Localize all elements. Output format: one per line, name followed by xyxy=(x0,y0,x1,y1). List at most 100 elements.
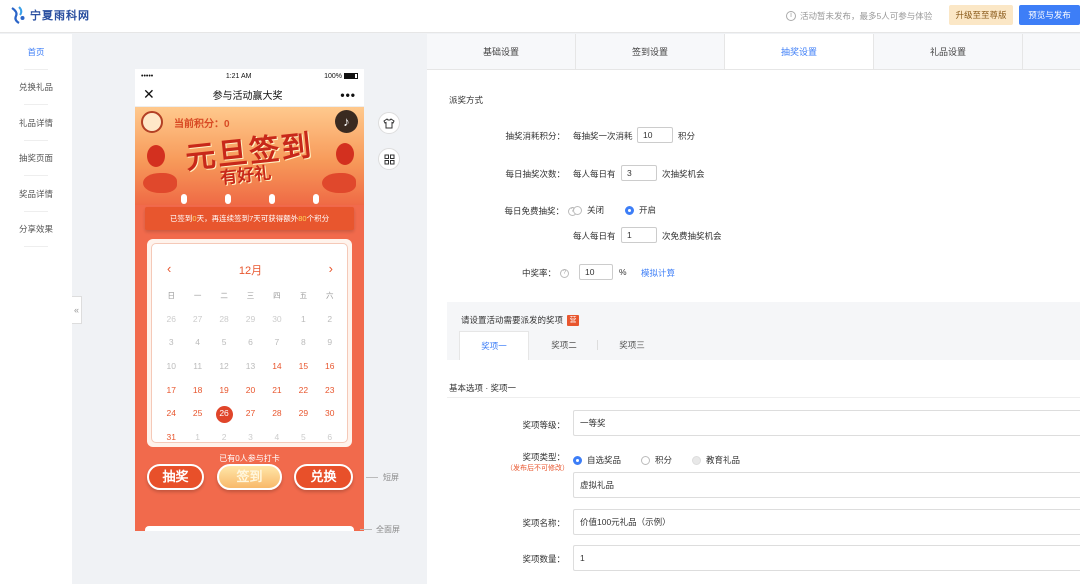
short-screen-marker: 短屏 xyxy=(383,473,399,482)
calendar-day: 3 xyxy=(248,432,253,443)
upgrade-button[interactable]: 升级至至尊版 xyxy=(949,5,1013,25)
calendar-day: 22 xyxy=(298,384,309,395)
radio-off-icon xyxy=(641,455,650,465)
user-avatar xyxy=(141,111,163,133)
calendar-day: 1 xyxy=(195,432,200,443)
free-draw-suffix: 次免费抽奖机会 xyxy=(662,231,722,241)
weekday-label: 三 xyxy=(246,291,255,300)
prize-level-label: 奖项等级： xyxy=(522,420,565,430)
calendar-day: 29 xyxy=(245,313,256,324)
prize-level-field[interactable]: 一等奖 xyxy=(573,410,1080,436)
win-rate-input[interactable]: 10 xyxy=(579,264,613,280)
preview-publish-button[interactable]: 预览与发布 xyxy=(1019,5,1080,25)
tab-basic-settings[interactable]: 基础设置 xyxy=(427,34,576,69)
prize-type-points-radio[interactable]: 积分 xyxy=(641,454,672,466)
more-icon[interactable]: ••• xyxy=(340,88,356,102)
sidebar-item-home[interactable]: 首页 xyxy=(0,34,72,70)
lottery-cost-input[interactable]: 10 xyxy=(637,127,673,143)
status-time: 1:21 AM xyxy=(225,72,252,80)
lantern-decoration xyxy=(336,143,354,165)
win-rate-label: 中奖率：? xyxy=(487,267,569,279)
tab-prize-2[interactable]: 奖项二 xyxy=(529,331,599,360)
simulate-calc-link[interactable]: 模拟计算 xyxy=(641,267,675,279)
calendar-day: 29 xyxy=(298,408,309,419)
daily-draws-prefix: 每人每日有 xyxy=(573,169,616,179)
preview-tools xyxy=(378,112,400,184)
prize-name-field[interactable]: 价值100元礼品（示例） xyxy=(573,509,1080,535)
prize-type-field[interactable]: 虚拟礼品 xyxy=(573,472,1080,498)
radio-disabled-icon xyxy=(692,455,701,465)
weekday-label: 四 xyxy=(273,291,281,300)
tab-gift-settings[interactable]: 礼品设置 xyxy=(874,34,1023,69)
weekday-label: 六 xyxy=(326,291,334,300)
free-draws-input[interactable]: 1 xyxy=(621,227,657,243)
banner-subtitle: 有好礼 xyxy=(219,163,273,189)
sidebar-item-share-effect[interactable]: 分享效果 xyxy=(0,212,72,248)
tab-checkin-settings[interactable]: 签到设置 xyxy=(576,34,725,69)
help-icon[interactable]: ? xyxy=(560,269,569,279)
tab-prize-1[interactable]: 奖项一 xyxy=(459,331,529,360)
calendar-day: 26 xyxy=(166,313,176,324)
calendar-day: 7 xyxy=(274,337,280,348)
free-draw-prefix: 每人每日有 xyxy=(573,231,616,241)
phone-nav-bar: ✕ 参与活动赢大奖 ••• xyxy=(135,83,364,107)
redeem-button[interactable]: 兑换 xyxy=(294,464,353,490)
brand-logo[interactable]: 宁夏雨科网 xyxy=(10,6,90,24)
daily-draws-input[interactable]: 3 xyxy=(621,165,657,181)
calendar-day: 16 xyxy=(325,361,335,372)
music-note-icon[interactable]: ♪ xyxy=(335,110,358,133)
sidebar-item-redeem-gifts[interactable]: 兑换礼品 xyxy=(0,70,72,106)
lottery-cost-suffix: 积分 xyxy=(678,131,696,141)
tab-lottery-settings[interactable]: 抽奖设置 xyxy=(725,34,874,69)
sidebar-item-gift-details[interactable]: 礼品详情 xyxy=(0,105,72,141)
calendar-day: 15 xyxy=(298,361,309,372)
prize-type-custom-radio[interactable]: 自选奖品 xyxy=(573,454,621,466)
checkin-calendar: ‹ 12月 › 日一二三四五六 26 27 28 29 30 1 2 3 4 5 6 7 8 9 10 11 12… xyxy=(147,239,352,447)
calendar-day: 8 xyxy=(300,337,306,348)
calendar-day: 6 xyxy=(248,337,253,348)
calendar-day: 31 xyxy=(166,432,176,443)
calendar-day: 5 xyxy=(300,432,306,443)
calendar-day: 12 xyxy=(219,361,229,372)
battery-icon xyxy=(343,72,358,79)
logo-icon xyxy=(11,6,25,24)
info-icon: i xyxy=(786,11,796,21)
calendar-day: 23 xyxy=(325,384,335,395)
free-draw-off-radio[interactable]: 关闭 xyxy=(573,204,604,216)
calendar-day-today: 26 xyxy=(211,402,237,426)
grid-layout-icon[interactable] xyxy=(378,148,400,170)
lottery-cost-prefix: 每抽奖一次消耗 xyxy=(573,131,633,141)
full-screen-marker: 全面屏 xyxy=(376,525,400,534)
calendar-day: 11 xyxy=(193,361,203,372)
calendar-day: 21 xyxy=(272,384,282,395)
prize-settings-header: 请设置活动需要派发的奖项营 奖项一 奖项二 奖项三 xyxy=(447,302,1080,360)
checkin-button[interactable]: 签到 xyxy=(217,464,282,490)
collapse-sidebar-button[interactable]: « xyxy=(72,296,82,324)
calendar-day: 2 xyxy=(221,432,227,443)
tab-prize-3[interactable]: 奖项三 xyxy=(597,331,667,360)
free-draw-on-radio[interactable]: 开启 xyxy=(625,204,656,216)
calendar-day: 17 xyxy=(166,384,176,395)
full-screen-line xyxy=(360,529,372,530)
sidebar-item-lottery-page[interactable]: 抽奖页面 xyxy=(0,141,72,177)
prize-name-label: 奖项名称： xyxy=(522,518,565,528)
calendar-day: 4 xyxy=(195,337,200,348)
prize-quantity-field[interactable]: 1 xyxy=(573,545,1080,571)
prize-type-edu-radio: 教育礼品 xyxy=(692,454,740,466)
sidebar-item-prize-details[interactable]: 奖品详情 xyxy=(0,176,72,212)
phone-status-bar: ••••• 1:21 AM 100% xyxy=(135,69,364,83)
calendar-day: 30 xyxy=(325,408,335,419)
next-month-button[interactable]: › xyxy=(329,261,333,276)
battery-indicator: 100% xyxy=(324,73,358,80)
close-icon[interactable]: ✕ xyxy=(143,86,155,103)
calendar-grid: 日一二三四五六 26 27 28 29 30 1 2 3 4 5 6 7 8 9 10 11 12 13 14 15 16… xyxy=(158,284,343,450)
draw-button[interactable]: 抽奖 xyxy=(147,464,204,490)
top-bar: 宁夏雨科网 i 活动暂未发布，最多5人可参与体验 升级至至尊版 预览与发布 xyxy=(0,0,1080,33)
koi-decoration xyxy=(322,173,356,193)
settings-panel: 基础设置 签到设置 抽奖设置 礼品设置 派奖方式 抽奖消耗积分： 每抽奖一次消耗… xyxy=(427,34,1080,584)
bottom-card xyxy=(145,526,354,531)
calendar-day: 1 xyxy=(300,313,306,324)
theme-shirt-icon[interactable] xyxy=(378,112,400,134)
section-title-award-method: 派奖方式 xyxy=(449,95,484,105)
carrier-signal: ••••• xyxy=(141,72,154,80)
